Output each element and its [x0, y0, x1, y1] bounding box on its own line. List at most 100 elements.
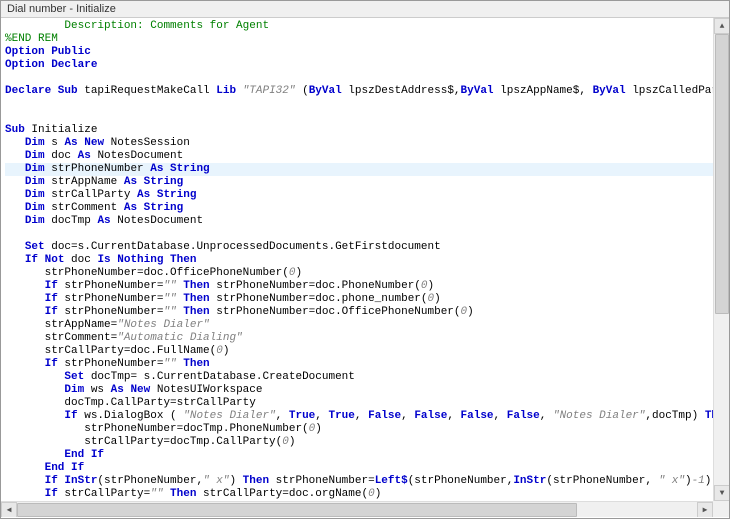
code-line[interactable]: End If	[5, 462, 713, 475]
code-line[interactable]: Dim docTmp As NotesDocument	[5, 215, 713, 228]
code-line[interactable]: End If	[5, 449, 713, 462]
code-line[interactable]	[5, 72, 713, 85]
code-line[interactable]: If strCallParty="" Then strCallParty=doc…	[5, 488, 713, 501]
code-token: strAppName=	[45, 319, 118, 331]
code-token: ""	[163, 280, 176, 292]
horizontal-scrollbar[interactable]: ◀ ▶	[1, 501, 713, 517]
code-token: 0	[421, 280, 428, 292]
code-line[interactable]: Dim doc As NotesDocument	[5, 150, 713, 163]
code-token: Then	[183, 306, 209, 318]
code-line[interactable]: Description: Comments for Agent	[5, 20, 713, 33]
code-line[interactable]: strCallParty=docTmp.CallParty(0)	[5, 436, 713, 449]
code-token: ws.DialogBox (	[78, 410, 184, 422]
code-token: strPhoneNumber=doc.PhoneNumber(	[210, 280, 421, 292]
code-line[interactable]: Dim strCallParty As String	[5, 189, 713, 202]
code-token: ByVal	[309, 85, 342, 97]
vertical-scroll-thumb[interactable]	[715, 34, 729, 314]
code-token: True	[328, 410, 354, 422]
code-token: strPhoneNumber=doc.OfficePhoneNumber(	[45, 267, 289, 279]
code-line[interactable]: If ws.DialogBox ( "Notes Dialer", True, …	[5, 410, 713, 423]
code-line[interactable]: strPhoneNumber=doc.OfficePhoneNumber(0)	[5, 267, 713, 280]
code-token: "Notes Dialer"	[117, 319, 209, 331]
code-token: lpszAppName$,	[494, 85, 593, 97]
code-token: (strPhoneNumber,	[97, 475, 203, 487]
code-token: ,	[276, 410, 289, 422]
vertical-scrollbar[interactable]: ▲ ▼	[713, 18, 729, 501]
code-line[interactable]	[5, 98, 713, 111]
code-token: 0	[282, 436, 289, 448]
code-token: True	[289, 410, 315, 422]
code-token: ws	[84, 384, 110, 396]
code-line[interactable]: Option Public	[5, 46, 713, 59]
code-line[interactable]: If Not doc Is Nothing Then	[5, 254, 713, 267]
scroll-down-button[interactable]: ▼	[714, 485, 729, 501]
code-token: As	[97, 215, 110, 227]
code-line[interactable]	[5, 111, 713, 124]
code-token: Sub	[5, 124, 25, 136]
code-token: If Not	[25, 254, 65, 266]
code-editor[interactable]: Description: Comments for Agent%END REMO…	[1, 18, 713, 501]
code-token: Then	[705, 410, 713, 422]
code-line[interactable]: Dim strComment As String	[5, 202, 713, 215]
code-token: Set	[64, 371, 84, 383]
code-line[interactable]: If strPhoneNumber="" Then strPhoneNumber…	[5, 280, 713, 293]
code-line[interactable]	[5, 228, 713, 241]
code-token: As String	[150, 163, 209, 175]
code-line[interactable]: Sub Initialize	[5, 124, 713, 137]
code-line[interactable]: Dim strAppName As String	[5, 176, 713, 189]
code-token: lpszCalledParty$,	[626, 85, 713, 97]
code-token: InStr	[513, 475, 546, 487]
scroll-up-button[interactable]: ▲	[714, 18, 729, 34]
code-line[interactable]: Dim strPhoneNumber As String	[5, 163, 713, 176]
code-line[interactable]: If strPhoneNumber="" Then	[5, 358, 713, 371]
code-token: ByVal	[593, 85, 626, 97]
code-line[interactable]: Dim ws As New NotesUIWorkspace	[5, 384, 713, 397]
code-token: "Notes Dialer"	[183, 410, 275, 422]
code-token: Lib	[216, 85, 236, 97]
code-token: As	[78, 150, 91, 162]
code-token: 0	[216, 345, 223, 357]
code-line[interactable]: If InStr(strPhoneNumber," x") Then strPh…	[5, 475, 713, 488]
code-token: ByVal	[461, 85, 494, 97]
code-token: (strPhoneNumber,	[408, 475, 514, 487]
code-token: Dim	[25, 176, 45, 188]
code-token: tapiRequestMakeCall	[78, 85, 217, 97]
scroll-right-button[interactable]: ▶	[697, 502, 713, 517]
code-token: ""	[163, 306, 176, 318]
code-token: Dim	[25, 189, 45, 201]
code-token: ""	[150, 488, 163, 500]
code-token: strPhoneNumber=	[58, 306, 164, 318]
code-line[interactable]: docTmp.CallParty=strCallParty	[5, 397, 713, 410]
code-token: doc	[64, 254, 97, 266]
code-token: Then	[183, 280, 209, 292]
code-line[interactable]: Set docTmp= s.CurrentDatabase.CreateDocu…	[5, 371, 713, 384]
code-token: strCallParty=doc.FullName(	[45, 345, 217, 357]
code-token: As New	[64, 137, 104, 149]
code-token: ""	[163, 358, 176, 370]
code-line[interactable]: %END REM	[5, 33, 713, 46]
scroll-left-button[interactable]: ◀	[1, 502, 17, 517]
horizontal-scroll-thumb[interactable]	[17, 503, 577, 517]
code-token: strPhoneNumber=	[58, 293, 164, 305]
code-line[interactable]: Dim s As New NotesSession	[5, 137, 713, 150]
code-token: doc=s.CurrentDatabase.UnprocessedDocumen…	[45, 241, 441, 253]
code-token: strPhoneNumber	[45, 163, 151, 175]
code-line[interactable]: Option Declare	[5, 59, 713, 72]
code-token: doc	[45, 150, 78, 162]
code-token: Dim	[25, 163, 45, 175]
code-token: strComment	[45, 202, 124, 214]
code-token: "Notes Dialer"	[553, 410, 645, 422]
code-line[interactable]: If strPhoneNumber="" Then strPhoneNumber…	[5, 306, 713, 319]
code-line[interactable]: If strPhoneNumber="" Then strPhoneNumber…	[5, 293, 713, 306]
code-line[interactable]: strPhoneNumber=docTmp.PhoneNumber(0)	[5, 423, 713, 436]
code-line[interactable]: Set doc=s.CurrentDatabase.UnprocessedDoc…	[5, 241, 713, 254]
code-line[interactable]: strCallParty=doc.FullName(0)	[5, 345, 713, 358]
code-token: docTmp= s.CurrentDatabase.CreateDocument	[84, 371, 355, 383]
code-token: )	[428, 280, 435, 292]
code-token: ,	[540, 410, 553, 422]
code-line[interactable]: Declare Sub tapiRequestMakeCall Lib "TAP…	[5, 85, 713, 98]
code-token: )	[434, 293, 441, 305]
code-token: Dim	[64, 384, 84, 396]
code-line[interactable]: strComment="Automatic Dialing"	[5, 332, 713, 345]
code-line[interactable]: strAppName="Notes Dialer"	[5, 319, 713, 332]
